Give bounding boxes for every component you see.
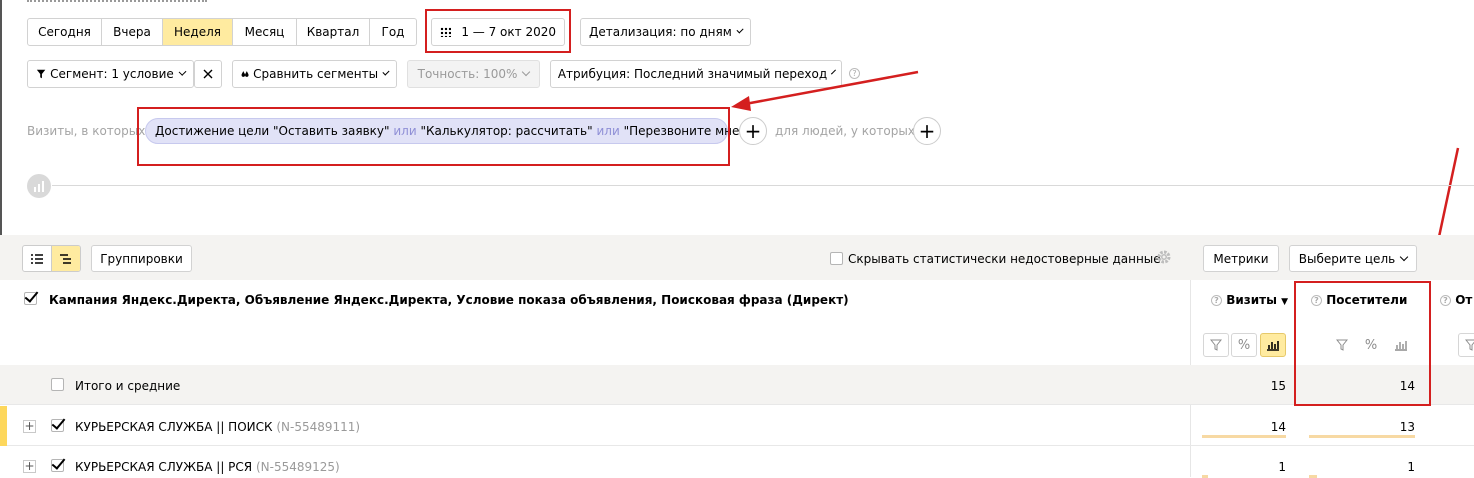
- visits-chart-button[interactable]: [1260, 333, 1286, 357]
- left-edge-border: [0, 0, 2, 235]
- metrics-button[interactable]: Метрики: [1203, 245, 1279, 272]
- expand-row-button[interactable]: +: [23, 420, 36, 433]
- annotation-box-visitors: [1294, 281, 1431, 406]
- dimension-header: Кампания Яндекс.Директа, Объявление Янде…: [49, 293, 849, 307]
- col-next-header[interactable]: ? От: [1440, 293, 1472, 307]
- row-label[interactable]: КУРЬЕРСКАЯ СЛУЖБА || ПОИСК (N-55489111): [75, 420, 360, 434]
- filter-icon: [1465, 339, 1474, 351]
- totals-checkbox[interactable]: [51, 378, 64, 391]
- table-row[interactable]: + КУРЬЕРСКАЯ СЛУЖБА || РСЯ (N-55489125) …: [0, 446, 1474, 478]
- goal-select-label: Выберите цель: [1298, 251, 1396, 266]
- campaign-id: (N-55489125): [255, 460, 340, 474]
- filter-icon: [1210, 339, 1222, 351]
- help-icon[interactable]: ?: [1440, 295, 1451, 306]
- groupings-button[interactable]: Группировки: [91, 245, 192, 272]
- percent-icon: %: [1237, 337, 1251, 353]
- campaign-name: КУРЬЕРСКАЯ СЛУЖБА || РСЯ: [75, 460, 253, 474]
- col-visits-label: Визиты: [1226, 293, 1277, 307]
- sort-desc-icon: ▼: [1281, 297, 1289, 307]
- row-visits: 14: [1270, 420, 1286, 434]
- campaign-name: КУРЬЕРСКАЯ СЛУЖБА || ПОИСК: [75, 420, 273, 434]
- chevron-down-icon: [1399, 252, 1409, 261]
- tree-view-icon[interactable]: [51, 246, 80, 271]
- expand-row-button[interactable]: +: [23, 460, 36, 473]
- list-view-icon[interactable]: [23, 246, 52, 271]
- view-toggle: [22, 245, 81, 272]
- totals-label: Итого и средние: [75, 379, 181, 393]
- help-icon[interactable]: ?: [1211, 295, 1222, 306]
- goal-select[interactable]: Выберите цель: [1289, 245, 1417, 272]
- visits-filter-button[interactable]: [1203, 333, 1229, 357]
- chart-divider: [52, 185, 1474, 186]
- row-highlight-marker: [0, 406, 7, 446]
- row-visitors: 1: [1407, 460, 1415, 474]
- row-checkbox[interactable]: [51, 419, 64, 432]
- bar-chart-icon: [1267, 341, 1279, 351]
- dimension-select-all-checkbox[interactable]: [24, 292, 37, 305]
- row-visits: 1: [1278, 460, 1286, 474]
- hide-unreliable-checkbox[interactable]: [830, 252, 843, 265]
- gear-icon[interactable]: [1156, 249, 1172, 265]
- table-row[interactable]: + КУРЬЕРСКАЯ СЛУЖБА || ПОИСК (N-55489111…: [0, 406, 1474, 446]
- next-filter-button[interactable]: [1458, 333, 1474, 357]
- row-checkbox[interactable]: [51, 459, 64, 472]
- row-label[interactable]: КУРЬЕРСКАЯ СЛУЖБА || РСЯ (N-55489125): [75, 460, 340, 474]
- campaign-id: (N-55489111): [276, 420, 361, 434]
- visits-percent-button[interactable]: %: [1231, 333, 1257, 357]
- col-visits-header[interactable]: ? Визиты ▼: [1211, 293, 1288, 307]
- hide-unreliable-label: Скрывать статистически недостоверные дан…: [848, 252, 1161, 266]
- row-visitors: 13: [1399, 420, 1415, 434]
- chart-toggle-icon[interactable]: [27, 174, 51, 198]
- visits-bar: [1202, 435, 1286, 438]
- totals-visits: 15: [1270, 379, 1286, 393]
- visitors-bar: [1309, 435, 1415, 438]
- col-next-label: От: [1455, 293, 1473, 307]
